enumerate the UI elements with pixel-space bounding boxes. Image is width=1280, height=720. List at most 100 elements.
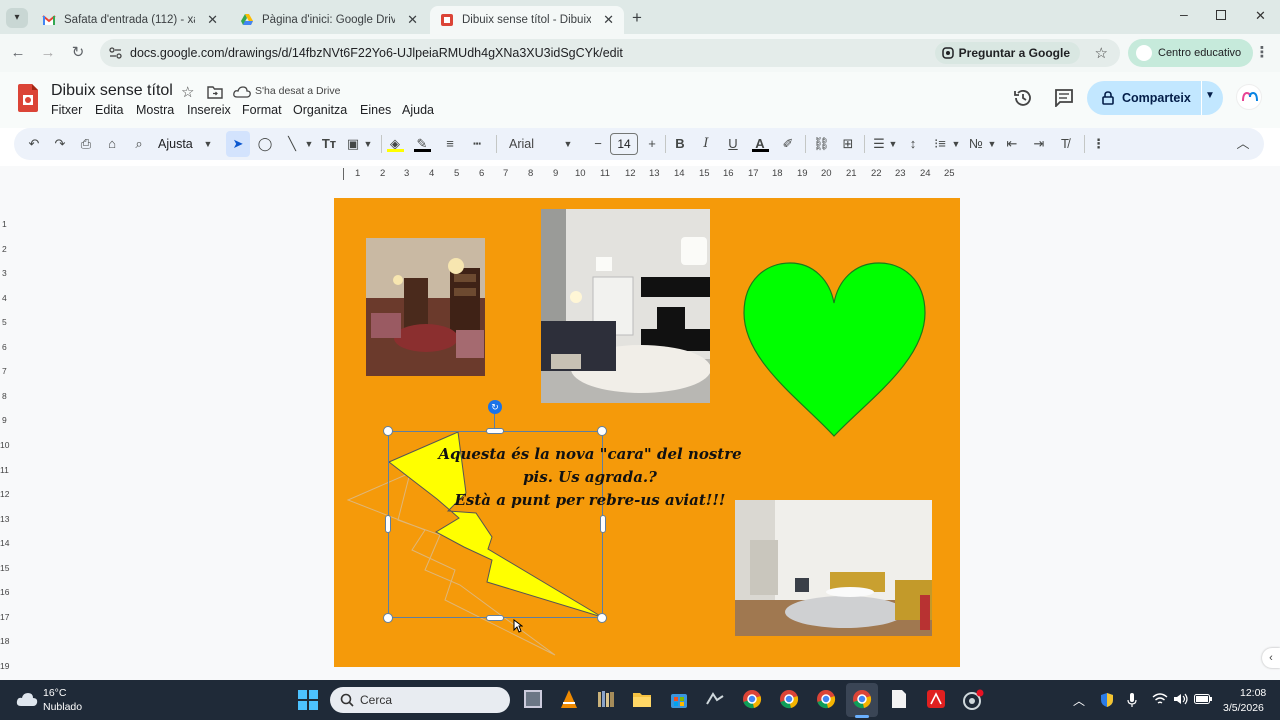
select-cursor-icon[interactable]: ➤ [230, 136, 246, 152]
resize-handle-top-left[interactable] [383, 426, 393, 436]
clear-formatting-icon[interactable]: T̸ [1057, 136, 1073, 152]
resize-handle-right[interactable] [600, 515, 606, 533]
increase-indent-icon[interactable]: ⇥ [1031, 136, 1047, 152]
windows-start-icon[interactable] [298, 690, 318, 710]
print-icon[interactable]: ⎙ [78, 136, 94, 152]
menu-organitza[interactable]: Organitza [293, 103, 347, 117]
cloudy-weather-icon[interactable] [16, 691, 38, 707]
align-dropdown-icon[interactable]: ▼ [888, 136, 898, 152]
bookmark-star-icon[interactable]: ☆ [1095, 44, 1108, 62]
move-folder-icon[interactable] [207, 86, 223, 99]
show-hidden-icons[interactable]: ︿ [1073, 692, 1085, 709]
paint-format-icon[interactable]: ⌂ [104, 136, 120, 152]
font-dropdown-icon[interactable]: ▼ [562, 136, 574, 152]
more-options-icon[interactable]: ⋮ [1092, 136, 1105, 152]
close-tab-icon[interactable]: ✕ [407, 12, 418, 28]
living-room-photo-1[interactable] [366, 238, 485, 376]
undo-icon[interactable]: ↶ [26, 136, 42, 152]
security-shield-icon[interactable] [1100, 692, 1114, 708]
rotate-handle-icon[interactable]: ↻ [488, 400, 502, 414]
collapse-toolbar-icon[interactable]: ︿ [1236, 136, 1250, 152]
settings-app-icon[interactable] [962, 689, 984, 711]
file-explorer-icon[interactable] [632, 690, 652, 708]
reload-icon[interactable]: ↻ [68, 43, 88, 63]
document-title[interactable]: Dibuix sense títol [51, 82, 173, 100]
resize-handle-top-right[interactable] [597, 426, 607, 436]
chrome-icon[interactable] [742, 689, 762, 709]
menu-fitxer[interactable]: Fitxer [51, 103, 82, 117]
menu-eines[interactable]: Eines [360, 103, 391, 117]
chrome-profile-icon[interactable] [779, 689, 799, 709]
resize-handle-bottom[interactable] [486, 615, 504, 621]
border-dash-icon[interactable]: ┅ [469, 136, 485, 152]
taskbar-search[interactable]: Cerca [330, 687, 510, 713]
bullet-dropdown-icon[interactable]: ▼ [951, 136, 961, 152]
version-history-icon[interactable] [1013, 88, 1033, 108]
cloud-saved-icon[interactable] [233, 86, 251, 98]
zoom-select[interactable]: Ajusta [158, 136, 194, 152]
increase-font-icon[interactable]: + [645, 136, 659, 152]
shape-icon[interactable]: ◯ [257, 136, 273, 152]
share-dropdown-icon[interactable]: ▼ [1205, 90, 1215, 101]
drawings-logo-icon[interactable] [18, 84, 38, 112]
close-tab-icon[interactable]: ✕ [207, 12, 218, 28]
new-tab-button[interactable]: + [632, 8, 642, 28]
resize-handle-bottom-right[interactable] [597, 613, 607, 623]
tab-list-dropdown[interactable]: ▾ [6, 8, 28, 28]
menu-insereix[interactable]: Insereix [187, 103, 231, 117]
add-comment-icon[interactable]: ⊞ [840, 136, 856, 152]
living-room-photo-2[interactable] [541, 209, 710, 403]
browser-menu-icon[interactable]: ⋮ [1252, 43, 1272, 63]
account-avatar[interactable] [1236, 84, 1262, 110]
line-dropdown-icon[interactable]: ▼ [303, 136, 315, 152]
zoom-icon[interactable]: ⌕ [131, 136, 147, 152]
font-size-input[interactable]: 14 [610, 133, 638, 155]
battery-icon[interactable] [1194, 694, 1212, 704]
close-window-icon[interactable]: ✕ [1255, 8, 1266, 24]
menu-format[interactable]: Format [242, 103, 282, 117]
numbered-dropdown-icon[interactable]: ▼ [987, 136, 997, 152]
minimize-icon[interactable]: – [1180, 6, 1188, 22]
green-heart-shape[interactable] [742, 261, 927, 441]
border-weight-icon[interactable]: ≡ [442, 136, 458, 152]
document-icon[interactable] [890, 689, 908, 709]
chrome-active-icon[interactable] [852, 689, 872, 709]
vlc-icon[interactable] [560, 689, 578, 709]
line-icon[interactable]: ╲ [284, 136, 300, 152]
microphone-icon[interactable] [1127, 692, 1137, 708]
bold-icon[interactable]: B [673, 136, 687, 152]
app-icon[interactable] [705, 690, 725, 708]
tab-drawings[interactable]: Dibuix sense títol - Dibuixos de ✕ [430, 6, 624, 34]
clock-time[interactable]: 12:08 [1240, 687, 1266, 699]
resize-handle-bottom-left[interactable] [383, 613, 393, 623]
image-icon[interactable]: ▣ [345, 136, 361, 152]
redo-icon[interactable]: ↷ [52, 136, 68, 152]
decrease-indent-icon[interactable]: ⇤ [1004, 136, 1020, 152]
volume-icon[interactable] [1173, 693, 1189, 705]
decrease-font-icon[interactable]: − [591, 136, 605, 152]
chrome-profile-icon[interactable] [816, 689, 836, 709]
side-panel-toggle-icon[interactable]: ‹ [1262, 648, 1280, 668]
highlight-icon[interactable]: ✐ [780, 136, 796, 152]
bullet-list-icon[interactable]: ⁝≡ [932, 136, 948, 152]
forward-icon[interactable]: → [38, 43, 58, 63]
wifi-icon[interactable] [1152, 693, 1168, 705]
tab-drive[interactable]: Pàgina d'inici: Google Drive ✕ [230, 6, 428, 34]
ruler-margin-marker[interactable] [343, 168, 344, 180]
store-icon[interactable] [669, 689, 689, 709]
site-info-icon[interactable] [109, 47, 122, 59]
star-icon[interactable]: ☆ [181, 83, 194, 101]
restore-icon[interactable] [1216, 10, 1226, 20]
line-spacing-icon[interactable]: ↕ [905, 136, 921, 152]
zoom-dropdown-icon[interactable]: ▼ [202, 136, 214, 152]
caption-text-box[interactable]: Aquesta és la nova "cara" del nostre pis… [425, 443, 755, 512]
clock-date[interactable]: 3/5/2026 [1223, 702, 1264, 714]
ask-google-button[interactable]: Preguntar a Google [934, 42, 1080, 64]
font-select[interactable]: Arial [509, 136, 559, 152]
close-tab-icon[interactable]: ✕ [603, 12, 614, 28]
living-room-photo-3[interactable] [735, 500, 932, 636]
share-button[interactable]: Comparteix ▼ [1087, 81, 1223, 115]
menu-ajuda[interactable]: Ajuda [402, 103, 434, 117]
back-icon[interactable]: ← [8, 43, 28, 63]
menu-edita[interactable]: Edita [95, 103, 124, 117]
